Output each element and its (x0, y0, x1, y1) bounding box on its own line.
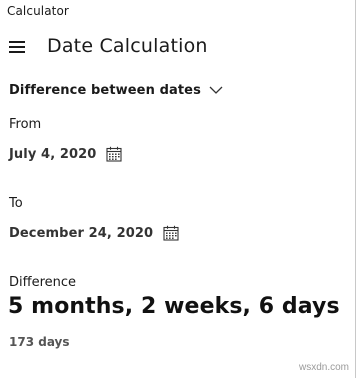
to-label: To (9, 196, 23, 211)
to-date-value: December 24, 2020 (9, 225, 154, 241)
from-label: From (9, 117, 42, 132)
from-date-value: July 4, 2020 (9, 146, 97, 162)
chevron-down-icon (209, 86, 223, 94)
difference-total-days: 173 days (9, 335, 70, 349)
page-title: Date Calculation (47, 35, 208, 57)
watermark-text: wsxdn.com (298, 362, 349, 373)
from-date-picker[interactable]: July 4, 2020 (9, 145, 123, 163)
window-title: Calculator (7, 4, 69, 18)
calculation-mode-dropdown[interactable]: Difference between dates (9, 81, 223, 99)
to-date-picker[interactable]: December 24, 2020 (9, 224, 179, 242)
calculation-mode-label: Difference between dates (9, 82, 201, 98)
difference-result: 5 months, 2 weeks, 6 days (8, 294, 340, 319)
hamburger-menu-icon[interactable] (9, 41, 25, 53)
calendar-icon (163, 225, 179, 241)
calendar-icon (106, 146, 123, 162)
difference-label: Difference (9, 275, 77, 290)
calculator-window: Calculator Date Calculation Difference b… (0, 0, 356, 378)
